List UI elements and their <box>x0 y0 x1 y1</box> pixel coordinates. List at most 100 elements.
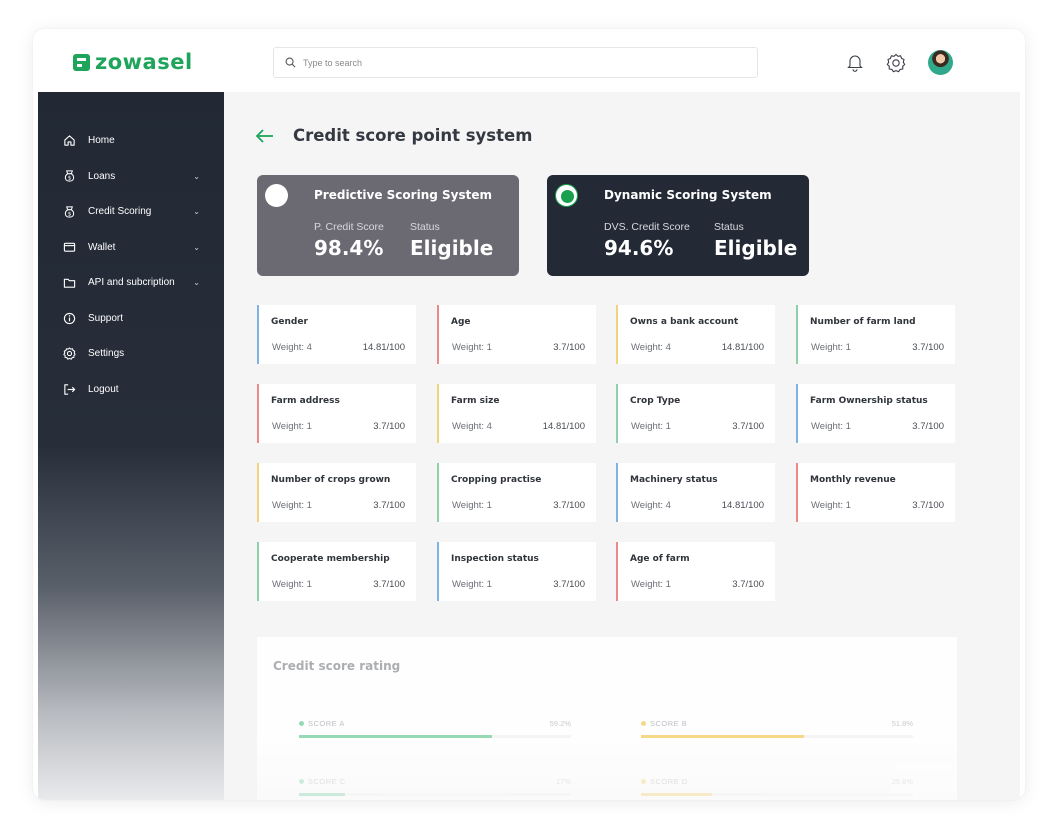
criteria-name: Farm address <box>271 396 340 406</box>
page-title: Credit score point system <box>293 126 533 145</box>
home-icon <box>62 134 76 148</box>
score-fill <box>641 735 805 738</box>
system-title: Predictive Scoring System <box>314 188 492 202</box>
predictive-system-card[interactable]: Predictive Scoring System P. Credit Scor… <box>257 175 519 276</box>
criteria-weight: Weight: 1 <box>452 579 492 590</box>
info-icon <box>62 311 76 325</box>
dynamic-system-card[interactable]: Dynamic Scoring System DVS. Credit Score… <box>547 175 809 276</box>
criteria-name: Cropping practise <box>451 475 542 485</box>
bell-icon[interactable] <box>846 53 864 72</box>
criteria-name: Crop Type <box>630 396 681 406</box>
criteria-score: 3.7/100 <box>732 579 764 590</box>
credit-score-rating-panel: Credit score rating SCORE A 59.2% SCORE B 5… <box>257 637 957 800</box>
sidebar-item-label: API and subcription <box>88 277 175 289</box>
legend-dot-icon <box>299 721 304 726</box>
sidebar-item-support[interactable]: Support <box>38 301 224 337</box>
radio-unselected-icon[interactable] <box>265 184 288 207</box>
score-fill <box>641 793 712 796</box>
criteria-weight: Weight: 4 <box>452 421 492 432</box>
status-label: Status <box>410 221 440 233</box>
criteria-score: 14.81/100 <box>362 342 405 353</box>
criteria-name: Farm size <box>451 396 500 406</box>
page-header: Credit score point system <box>255 126 532 145</box>
folder-icon <box>62 276 76 290</box>
criteria-name: Age of farm <box>630 554 690 564</box>
sidebar-item-label: Logout <box>88 383 119 395</box>
criteria-score: 3.7/100 <box>553 500 585 511</box>
criteria-name: Gender <box>271 317 308 327</box>
criteria-card: Farm address Weight: 1 3.7/100 <box>257 384 416 443</box>
chevron-down-icon: ⌄ <box>193 207 200 217</box>
criteria-card: Inspection status Weight: 1 3.7/100 <box>437 542 596 601</box>
score-label: SCORE C <box>299 777 346 786</box>
chevron-down-icon: ⌄ <box>193 171 200 181</box>
score-label-text: SCORE A <box>308 719 345 728</box>
logout-icon <box>62 382 76 396</box>
criteria-weight: Weight: 1 <box>811 500 851 511</box>
score-track <box>299 793 571 796</box>
criteria-name: Machinery status <box>630 475 718 485</box>
chevron-down-icon: ⌄ <box>193 278 200 288</box>
sidebar-item-wallet[interactable]: Wallet ⌄ <box>38 230 224 266</box>
criteria-score: 3.7/100 <box>912 342 944 353</box>
sidebar-item-api[interactable]: API and subcription ⌄ <box>38 265 224 301</box>
score-track <box>641 793 913 796</box>
score-label: SCORE A <box>299 719 345 728</box>
sidebar-nav: Home $ Loans ⌄ $ Credit Scoring ⌄ Wallet… <box>38 92 224 407</box>
back-arrow-icon[interactable] <box>255 128 275 144</box>
header-actions <box>846 50 953 75</box>
score-fill <box>299 793 346 796</box>
top-bar: zowasel <box>33 29 1025 92</box>
criteria-card: Owns a bank account Weight: 4 14.81/100 <box>616 305 775 364</box>
wallet-icon <box>62 240 76 254</box>
criteria-card: Farm Ownership status Weight: 1 3.7/100 <box>796 384 955 443</box>
loans-icon: $ <box>62 169 76 183</box>
criteria-card: Farm size Weight: 4 14.81/100 <box>437 384 596 443</box>
criteria-card: Crop Type Weight: 1 3.7/100 <box>616 384 775 443</box>
criteria-weight: Weight: 1 <box>811 342 851 353</box>
sidebar: Home $ Loans ⌄ $ Credit Scoring ⌄ Wallet… <box>38 92 224 800</box>
logo-mark-icon <box>73 53 90 71</box>
chevron-down-icon: ⌄ <box>193 242 200 252</box>
search-input[interactable] <box>303 57 723 68</box>
score-label-text: SCORE C <box>308 777 346 786</box>
criteria-card: Machinery status Weight: 4 14.81/100 <box>616 463 775 522</box>
score-percent: 17% <box>555 777 571 786</box>
user-avatar[interactable] <box>928 50 953 75</box>
score-percent: 25.6% <box>891 777 913 786</box>
criteria-score: 3.7/100 <box>732 421 764 432</box>
sidebar-item-label: Wallet <box>88 241 116 253</box>
logo[interactable]: zowasel <box>73 50 193 74</box>
svg-text:$: $ <box>67 176 71 182</box>
status-value: Eligible <box>714 236 798 260</box>
radio-selected-icon[interactable] <box>555 184 578 207</box>
criteria-weight: Weight: 1 <box>631 421 671 432</box>
criteria-score: 3.7/100 <box>373 500 405 511</box>
criteria-name: Farm Ownership status <box>810 396 928 406</box>
sidebar-item-home[interactable]: Home <box>38 123 224 159</box>
sidebar-item-label: Home <box>88 135 115 147</box>
sidebar-item-settings[interactable]: Settings <box>38 336 224 372</box>
criteria-score: 3.7/100 <box>553 579 585 590</box>
criteria-weight: Weight: 4 <box>631 500 671 511</box>
criteria-name: Number of crops grown <box>271 475 391 485</box>
search-bar[interactable] <box>273 47 758 78</box>
score-label-text: SCORE D <box>650 777 688 786</box>
criteria-name: Inspection status <box>451 554 539 564</box>
sidebar-item-loans[interactable]: $ Loans ⌄ <box>38 159 224 195</box>
rating-title: Credit score rating <box>273 659 401 673</box>
score-track <box>641 735 913 738</box>
criteria-name: Cooperate membership <box>271 554 390 564</box>
criteria-score: 3.7/100 <box>373 579 405 590</box>
sidebar-item-credit-scoring[interactable]: $ Credit Scoring ⌄ <box>38 194 224 230</box>
criteria-name: Monthly revenue <box>810 475 896 485</box>
criteria-score: 3.7/100 <box>912 421 944 432</box>
score-label: SCORE B <box>641 719 687 728</box>
criteria-card: Gender Weight: 4 14.81/100 <box>257 305 416 364</box>
score-percent: 51.8% <box>891 719 913 728</box>
legend-dot-icon <box>641 721 646 726</box>
criteria-card: Age of farm Weight: 1 3.7/100 <box>616 542 775 601</box>
gear-icon[interactable] <box>886 53 906 73</box>
criteria-score: 14.81/100 <box>542 421 585 432</box>
sidebar-item-logout[interactable]: Logout <box>38 372 224 408</box>
